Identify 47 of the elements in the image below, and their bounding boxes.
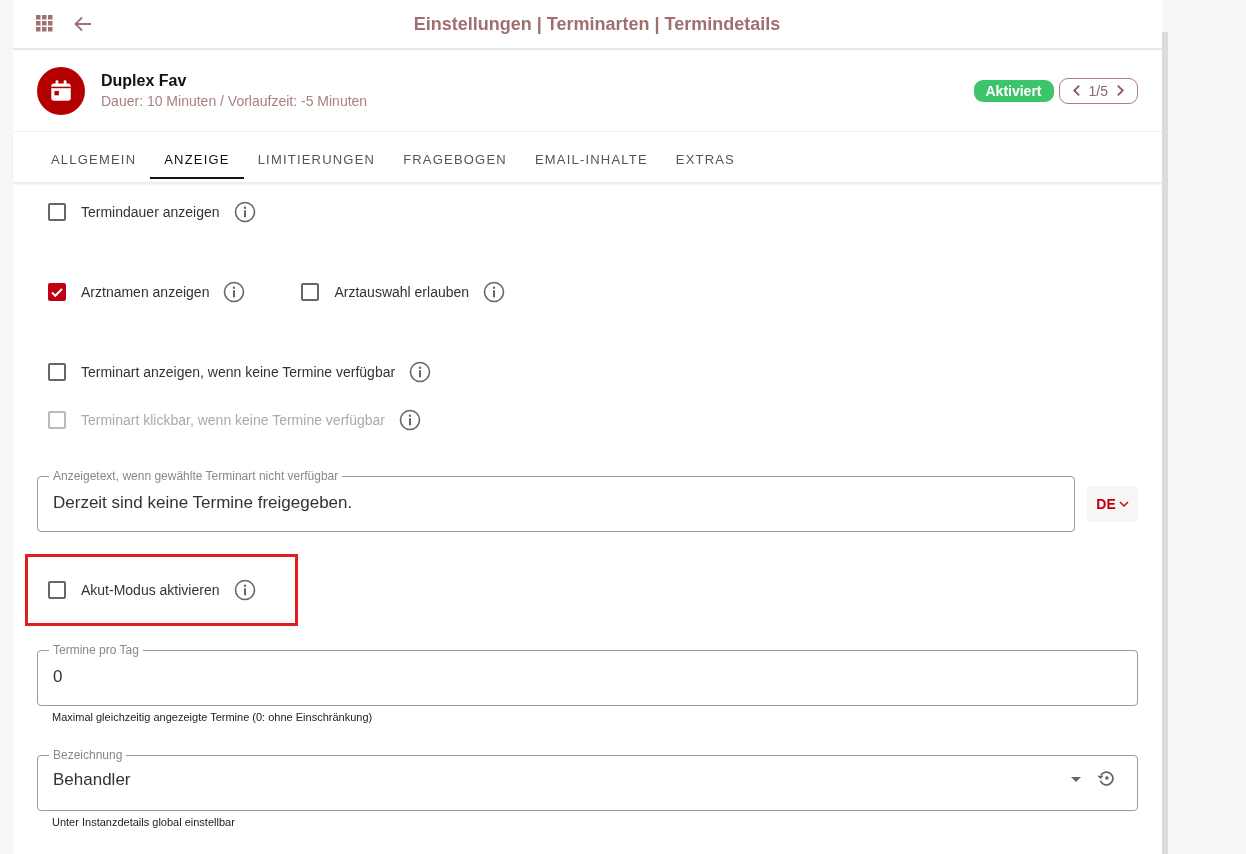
apps-grid-icon[interactable] (36, 15, 54, 33)
info-icon[interactable] (399, 409, 421, 431)
text-field[interactable]: Anzeigetext, wenn gewählte Terminart nicht verfügbar Derzeit sind keine Termine freigegeben. (37, 469, 1075, 532)
dropdown-arrow-icon[interactable] (1071, 776, 1081, 782)
pager-count: 1/5 (1088, 82, 1108, 99)
page-title: Einstellungen | Terminarten | Termindetails (412, 13, 782, 35)
select-field[interactable]: Bezeichnung Behandler (37, 748, 1138, 811)
field-value: Behandler (53, 770, 132, 790)
checkbox[interactable] (48, 581, 66, 599)
field-label: Bezeichnung (52, 748, 124, 762)
field-value: Derzeit sind keine Termine freigegeben. (53, 493, 354, 513)
checkbox[interactable] (48, 283, 66, 301)
tab[interactable]: ANZEIGE (150, 139, 244, 179)
tab[interactable]: FRAGEBOGEN (389, 139, 521, 179)
field-label: Anzeigetext, wenn gewählte Terminart nicht verfügbar (52, 469, 340, 483)
field-hint: Unter Instanzdetails global einstellbar (52, 816, 236, 828)
checkbox[interactable] (301, 283, 320, 301)
status-badge: Aktiviert (973, 79, 1054, 102)
checkbox[interactable] (48, 363, 66, 381)
chevron-left-icon[interactable] (1071, 84, 1081, 97)
checkbox-label: Terminart anzeigen, wenn keine Termine verfügbar (81, 364, 396, 380)
checkbox-label: Akut-Modus aktivieren (81, 582, 220, 598)
tab[interactable]: EMAIL-INHALTE (520, 139, 662, 179)
calendar-avatar-icon (37, 66, 85, 115)
tab[interactable]: ALLGEMEIN (37, 139, 151, 179)
checkbox-label: Arztnamen anzeigen (81, 284, 210, 300)
info-icon[interactable] (233, 579, 256, 601)
tab[interactable]: EXTRAS (661, 139, 749, 179)
checkbox-label: Arztauswahl erlauben (334, 284, 470, 300)
tab[interactable]: LIMITIERUNGEN (243, 139, 390, 179)
checkbox[interactable] (48, 203, 66, 221)
number-field[interactable]: Termine pro Tag 0 (37, 643, 1138, 706)
info-icon[interactable] (409, 361, 432, 383)
info-icon[interactable] (223, 281, 246, 303)
field-label: Termine pro Tag (52, 643, 140, 657)
info-icon[interactable] (483, 281, 506, 303)
language-button[interactable]: DE (1087, 486, 1138, 522)
appointment-type-details: Dauer: 10 Minuten / Vorlaufzeit: -5 Minuten (101, 93, 369, 109)
checkbox-label: Terminart klickbar, wenn keine Termine verfügbar (81, 412, 385, 428)
checkbox-label: Termindauer anzeigen (81, 204, 220, 220)
chevron-down-icon (1118, 501, 1129, 507)
info-icon[interactable] (233, 201, 256, 223)
back-arrow-icon[interactable] (73, 14, 93, 34)
appointment-type-name: Duplex Fav (101, 72, 188, 90)
field-value: 0 (53, 667, 64, 687)
field-hint: Maximal gleichzeitig angezeigte Termine (0: ohne Einschränkung) (52, 711, 374, 723)
chevron-right-icon[interactable] (1116, 84, 1125, 97)
